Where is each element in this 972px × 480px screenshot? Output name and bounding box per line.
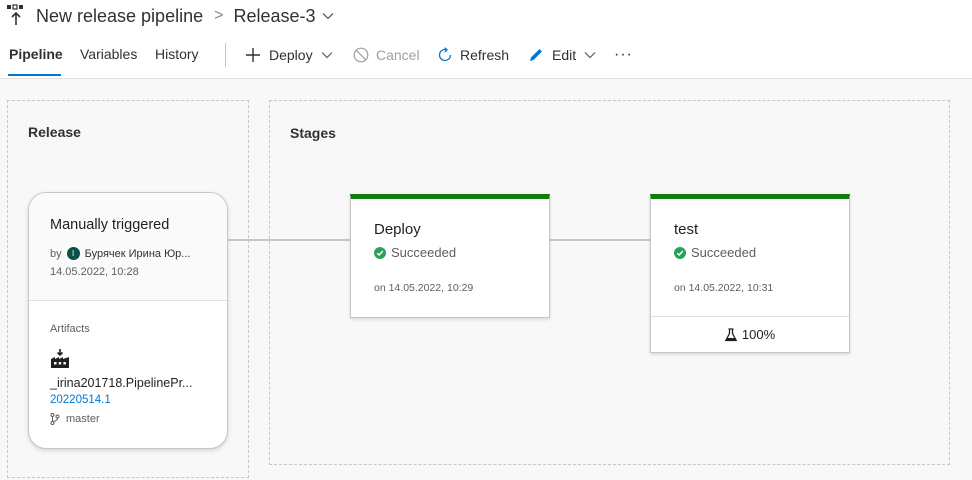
plus-icon	[245, 47, 261, 63]
stage-status: Succeeded	[374, 245, 456, 260]
breadcrumb-separator: >	[214, 7, 224, 24]
artifacts-label: Artifacts	[50, 323, 90, 335]
edit-label: Edit	[552, 47, 577, 63]
tab-pipeline[interactable]: Pipeline	[9, 46, 63, 62]
refresh-label: Refresh	[460, 47, 510, 63]
stage-status-label: Succeeded	[391, 245, 457, 260]
artifact-name: _irina201718.PipelinePr...	[50, 376, 193, 390]
user-name: Бурячек Ирина Юр...	[84, 247, 191, 260]
stage-status: Succeeded	[674, 245, 756, 260]
tab-history[interactable]: History	[155, 46, 199, 62]
stage-card-test[interactable]: test Succeeded on 14.05.2022, 10:31 100%	[650, 194, 850, 353]
cancel-label: Cancel	[376, 47, 420, 63]
tab-variables[interactable]: Variables	[80, 46, 137, 62]
triggered-by: by I Бурячек Ирина Юр...	[50, 247, 190, 260]
chevron-down-icon[interactable]	[322, 12, 334, 20]
cancel-button[interactable]: Cancel	[353, 42, 420, 68]
active-tab-indicator	[8, 74, 61, 76]
chevron-down-icon	[321, 51, 333, 59]
build-artifact-icon	[50, 349, 70, 374]
edit-button[interactable]: Edit	[528, 42, 596, 68]
branch-name: master	[66, 413, 100, 425]
release-card[interactable]: Manually triggered by I Бурячек Ирина Юр…	[28, 192, 228, 449]
trigger-text: Manually triggered	[50, 217, 170, 233]
trigger-date: 14.05.2022, 10:28	[50, 266, 139, 278]
test-results[interactable]: 100%	[651, 316, 849, 352]
branch-icon	[50, 413, 60, 425]
more-actions-button[interactable]: ···	[614, 42, 633, 68]
flask-icon	[724, 327, 737, 342]
stage-status-label: Succeeded	[691, 245, 757, 260]
stage-name: test	[674, 221, 699, 238]
chevron-down-icon	[584, 51, 596, 59]
connector-deploy-test	[550, 239, 650, 241]
stage-name: Deploy	[374, 221, 421, 238]
artifact-build-link[interactable]: 20220514.1	[50, 394, 111, 406]
pipeline-canvas: Release Stages Manually triggered by I Б…	[0, 79, 972, 480]
release-panel-title: Release	[28, 124, 81, 140]
refresh-icon	[437, 47, 453, 63]
test-pass-rate: 100%	[741, 327, 776, 342]
pipeline-title-link[interactable]: New release pipeline	[36, 6, 203, 27]
more-icon: ···	[614, 46, 633, 63]
check-circle-icon	[374, 246, 386, 259]
refresh-button[interactable]: Refresh	[437, 42, 509, 68]
release-selector[interactable]: Release-3	[233, 6, 315, 27]
stage-card-deploy[interactable]: Deploy Succeeded on 14.05.2022, 10:29	[350, 194, 550, 318]
toolbar: Pipeline Variables History Deploy Cancel…	[0, 40, 972, 78]
toolbar-divider	[225, 43, 226, 67]
pencil-icon	[528, 47, 544, 63]
deploy-button[interactable]: Deploy	[245, 42, 333, 68]
by-label: by	[50, 247, 62, 260]
check-circle-icon	[674, 246, 686, 259]
cancel-icon	[353, 47, 369, 63]
breadcrumb: New release pipeline > Release-3	[6, 2, 334, 30]
release-pipeline-icon	[6, 4, 26, 28]
avatar: I	[66, 247, 80, 260]
stage-time: on 14.05.2022, 10:31	[674, 282, 774, 294]
artifact-branch: master	[50, 413, 100, 425]
connector-release-deploy	[228, 239, 350, 241]
stage-time: on 14.05.2022, 10:29	[374, 282, 474, 294]
stages-panel-title: Stages	[290, 125, 336, 141]
deploy-label: Deploy	[269, 47, 313, 63]
